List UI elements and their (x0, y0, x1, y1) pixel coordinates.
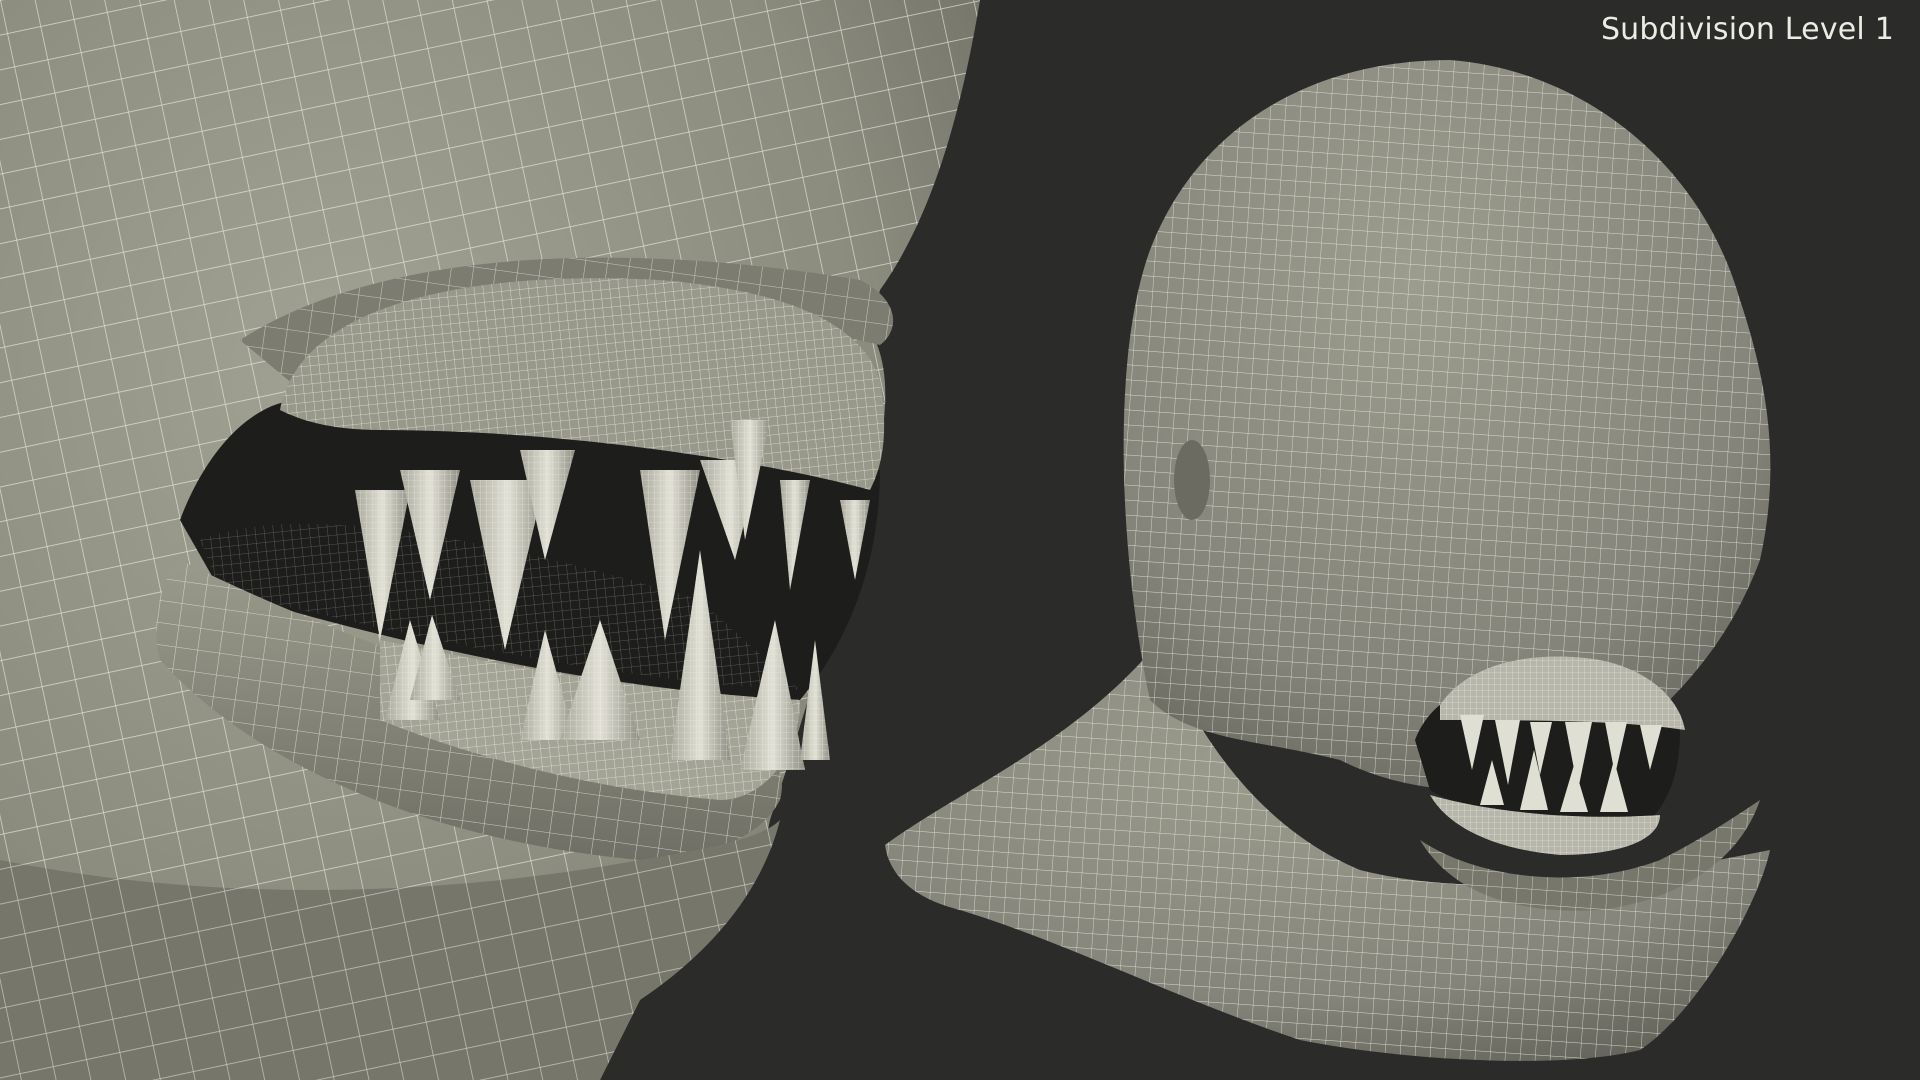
render-canvas: Subdivision Level 1 (0, 0, 1920, 1080)
subdivision-level-label: Subdivision Level 1 (1600, 12, 1894, 47)
closeup-mouth-view (0, 0, 980, 1080)
full-head-view (885, 60, 1771, 1061)
ear (1174, 440, 1210, 520)
wireframe-render (0, 0, 1771, 1080)
